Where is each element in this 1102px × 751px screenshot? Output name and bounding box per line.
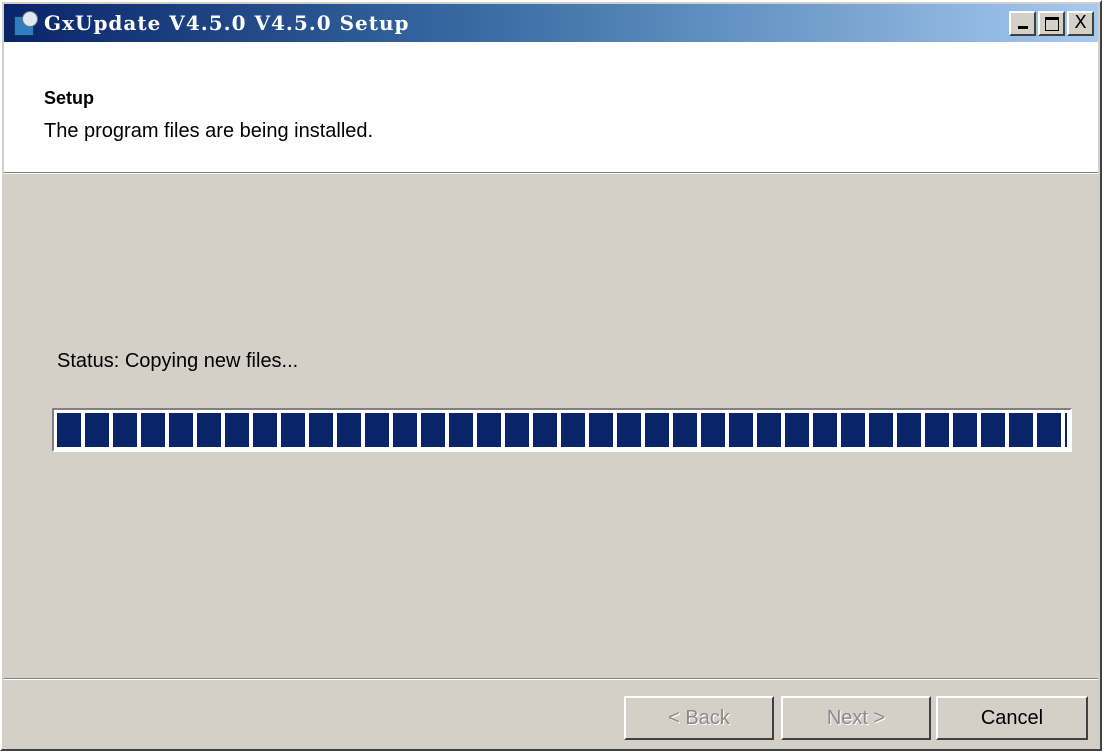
header-divider bbox=[4, 173, 1098, 174]
setup-window: GxUpdate V4.5.0 V4.5.0 Setup X Setup The… bbox=[0, 0, 1102, 751]
title-bar[interactable]: GxUpdate V4.5.0 V4.5.0 Setup X bbox=[4, 4, 1098, 42]
close-button[interactable]: X bbox=[1067, 10, 1094, 36]
minimize-button[interactable] bbox=[1009, 10, 1036, 36]
progress-fill bbox=[57, 413, 1067, 447]
progress-bar bbox=[52, 408, 1072, 452]
header-title: Setup bbox=[44, 88, 95, 108]
header-description: The program files are being installed. bbox=[44, 120, 374, 142]
next-button[interactable]: Next > bbox=[781, 696, 931, 740]
installer-app-icon bbox=[12, 10, 38, 36]
header-panel: Setup The program files are being instal… bbox=[4, 42, 1098, 173]
back-button[interactable]: < Back bbox=[624, 696, 774, 740]
window-title: GxUpdate V4.5.0 V4.5.0 Setup bbox=[44, 11, 410, 35]
cancel-button[interactable]: Cancel bbox=[936, 696, 1088, 740]
status-text: Status: Copying new files... bbox=[57, 350, 299, 372]
maximize-button[interactable] bbox=[1038, 10, 1065, 36]
